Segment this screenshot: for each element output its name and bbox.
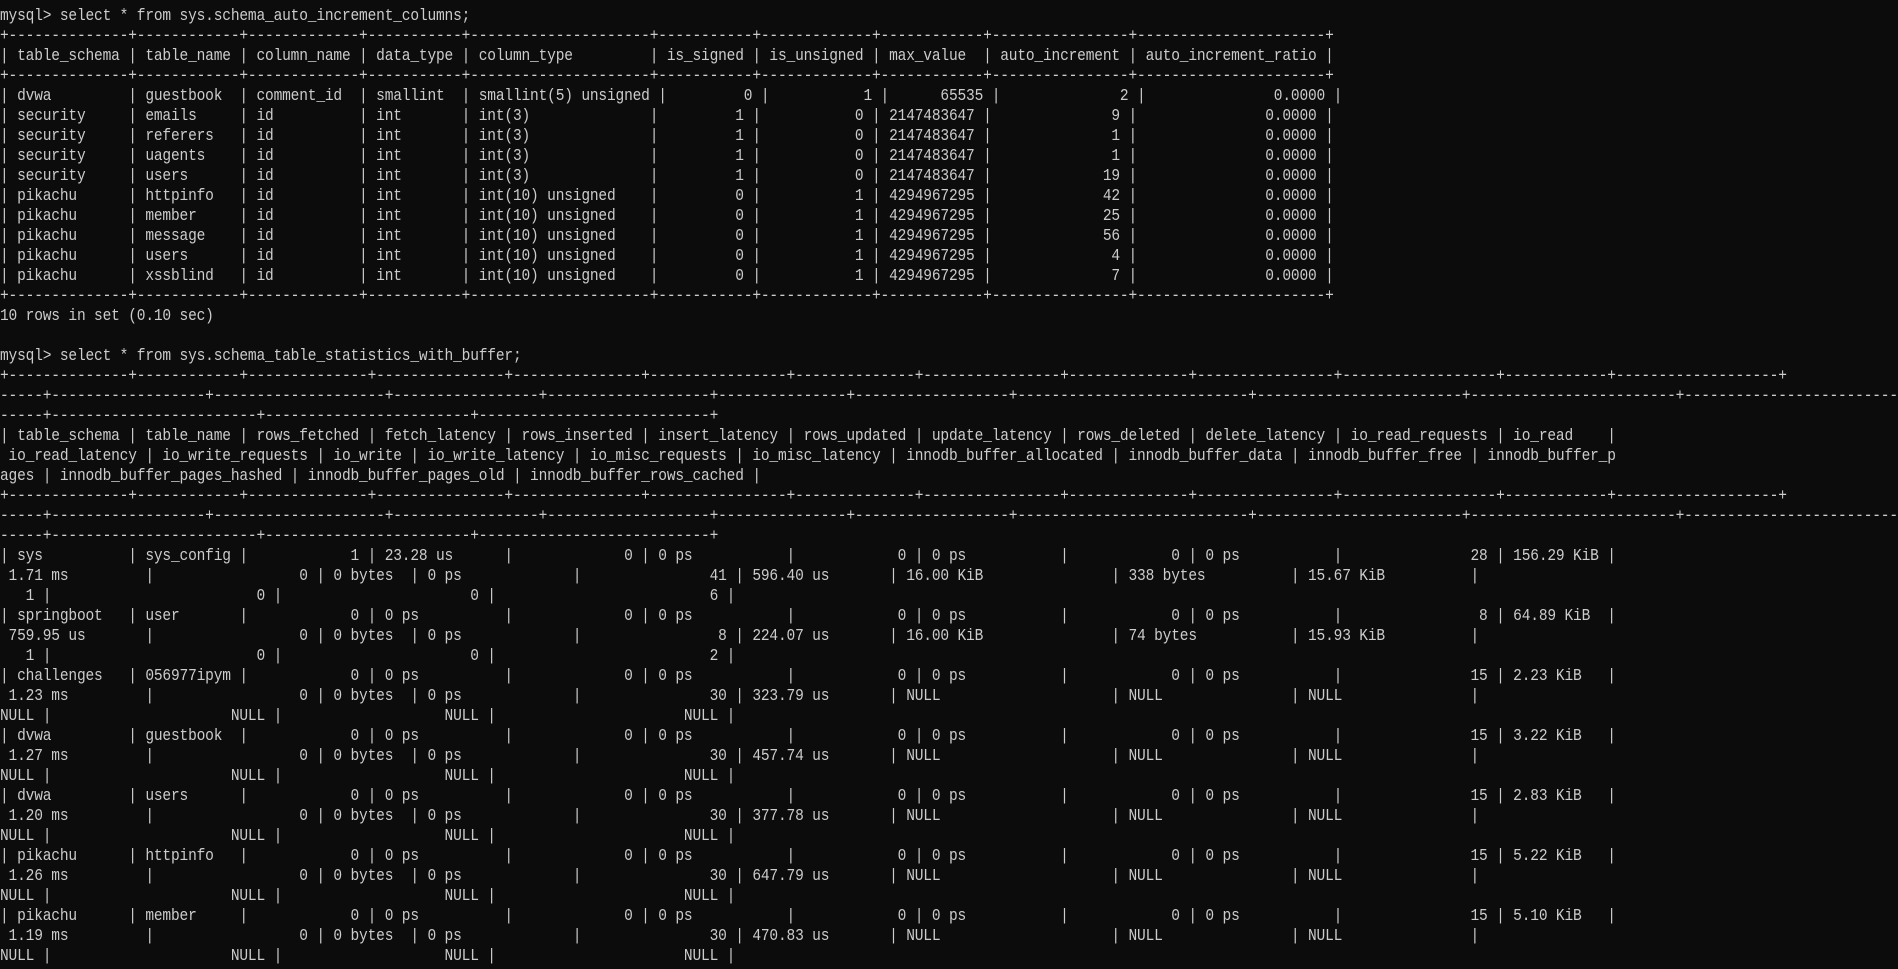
terminal-line: -----+------------------+---------------… — [0, 386, 1898, 405]
terminal-line: | pikachu | users | id | int | int(10) u… — [0, 246, 1334, 265]
terminal-line: 1 | 0 | 0 | 2 | — [0, 646, 736, 665]
terminal-line: 1.23 ms | 0 | 0 bytes | 0 ps | 30 | 323.… — [0, 686, 1480, 705]
terminal-line: 1 | 0 | 0 | 6 | — [0, 586, 736, 605]
terminal-line: | sys | sys_config | 1 | 23.28 us | 0 | … — [0, 546, 1616, 565]
terminal-line: NULL | NULL | NULL | NULL | — [0, 886, 736, 905]
terminal-line: | dvwa | users | 0 | 0 ps | 0 | 0 ps | 0… — [0, 786, 1616, 805]
terminal-output: mysql> select * from sys.schema_auto_inc… — [0, 0, 1898, 966]
terminal-line: +--------------+------------+-----------… — [0, 26, 1334, 45]
terminal-line: 759.95 us | 0 | 0 bytes | 0 ps | 8 | 224… — [0, 626, 1480, 645]
terminal-line: | pikachu | member | id | int | int(10) … — [0, 206, 1334, 225]
terminal-line: NULL | NULL | NULL | NULL | — [0, 766, 736, 785]
terminal-line: | security | uagents | id | int | int(3)… — [0, 146, 1334, 165]
terminal-line: -----+------------------------+---------… — [0, 526, 719, 545]
terminal-line: | security | users | id | int | int(3) |… — [0, 166, 1334, 185]
terminal-line: 1.19 ms | 0 | 0 bytes | 0 ps | 30 | 470.… — [0, 926, 1480, 945]
terminal-line: NULL | NULL | NULL | NULL | — [0, 946, 736, 965]
terminal-line: | security | referers | id | int | int(3… — [0, 126, 1334, 145]
terminal-line: | dvwa | guestbook | 0 | 0 ps | 0 | 0 ps… — [0, 726, 1616, 745]
terminal-line: -----+------------------+---------------… — [0, 506, 1898, 525]
terminal-line: 1.71 ms | 0 | 0 bytes | 0 ps | 41 | 596.… — [0, 566, 1480, 585]
terminal-line: NULL | NULL | NULL | NULL | — [0, 706, 736, 725]
terminal-line: +--------------+------------+-----------… — [0, 286, 1334, 305]
terminal-line: | pikachu | member | 0 | 0 ps | 0 | 0 ps… — [0, 906, 1616, 925]
terminal-line: -----+------------------------+---------… — [0, 406, 719, 425]
terminal-line: 10 rows in set (0.10 sec) — [0, 306, 214, 325]
terminal-line: | dvwa | guestbook | comment_id | smalli… — [0, 86, 1343, 105]
terminal-line: +--------------+------------+-----------… — [0, 366, 1787, 385]
terminal-line: +--------------+------------+-----------… — [0, 486, 1787, 505]
terminal-line: io_read_latency | io_write_requests | io… — [0, 446, 1616, 465]
terminal-line: | table_schema | table_name | rows_fetch… — [0, 426, 1616, 445]
terminal-line: | pikachu | message | id | int | int(10)… — [0, 226, 1334, 245]
terminal-line: | pikachu | httpinfo | id | int | int(10… — [0, 186, 1334, 205]
terminal-line: 1.26 ms | 0 | 0 bytes | 0 ps | 30 | 647.… — [0, 866, 1480, 885]
terminal-line: ages | innodb_buffer_pages_hashed | inno… — [0, 466, 761, 485]
terminal-line: mysql> select * from sys.schema_auto_inc… — [0, 6, 471, 25]
terminal-line: | pikachu | httpinfo | 0 | 0 ps | 0 | 0 … — [0, 846, 1616, 865]
terminal-line: mysql> select * from sys.schema_table_st… — [0, 346, 522, 365]
terminal-line: +--------------+------------+-----------… — [0, 66, 1334, 85]
terminal-line: | security | emails | id | int | int(3) … — [0, 106, 1334, 125]
terminal-line: 1.27 ms | 0 | 0 bytes | 0 ps | 30 | 457.… — [0, 746, 1480, 765]
terminal-window[interactable]: mysql> select * from sys.schema_auto_inc… — [0, 0, 1898, 969]
terminal-line: | table_schema | table_name | column_nam… — [0, 46, 1334, 65]
terminal-line: NULL | NULL | NULL | NULL | — [0, 826, 736, 845]
terminal-line: | challenges | 056977ipym | 0 | 0 ps | 0… — [0, 666, 1616, 685]
terminal-line: | springboot | user | 0 | 0 ps | 0 | 0 p… — [0, 606, 1616, 625]
terminal-line: | pikachu | xssblind | id | int | int(10… — [0, 266, 1334, 285]
terminal-line: 1.20 ms | 0 | 0 bytes | 0 ps | 30 | 377.… — [0, 806, 1480, 825]
